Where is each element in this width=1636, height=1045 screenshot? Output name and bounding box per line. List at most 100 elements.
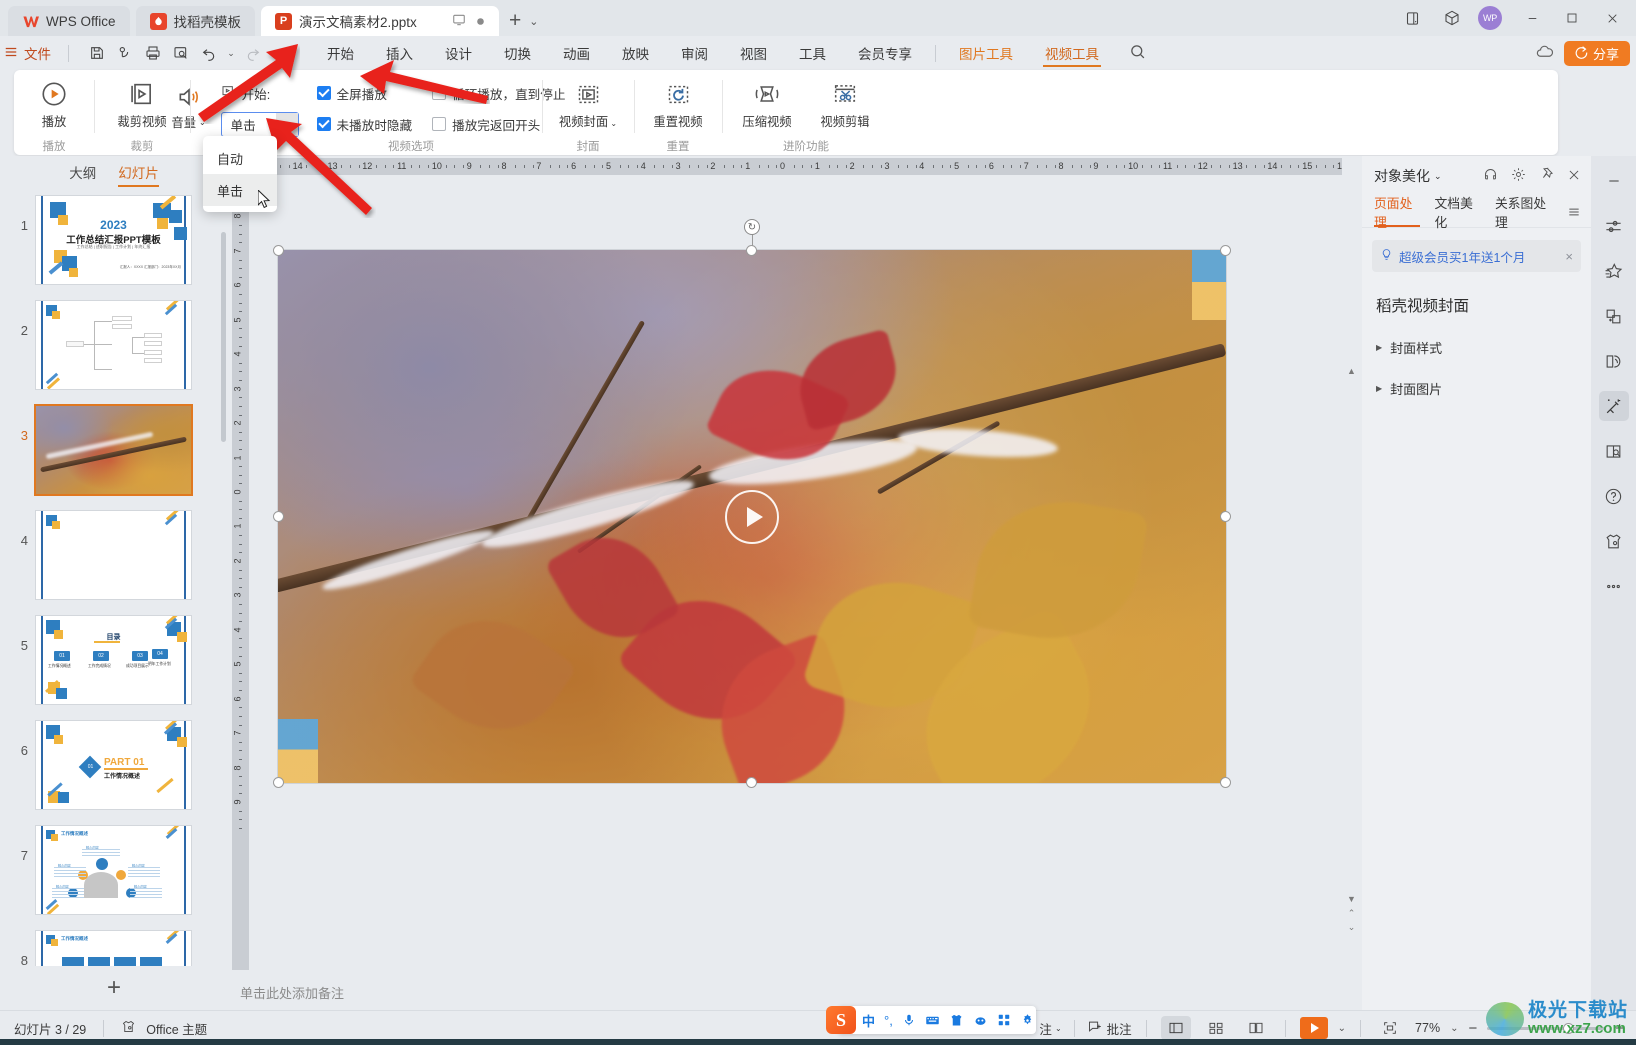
promo-close-icon[interactable]: ×: [1565, 249, 1573, 264]
help-circle-icon[interactable]: [1599, 481, 1629, 511]
vertical-ruler[interactable]: 9876543210123456789: [232, 182, 249, 970]
checkbox-rewind-after-playing[interactable]: 播放完返回开头: [432, 115, 540, 134]
hamburger-icon[interactable]: [1567, 196, 1581, 227]
zoom-dropdown-icon[interactable]: ⌄: [1450, 1023, 1458, 1034]
zoom-level-label[interactable]: 77%: [1415, 1021, 1440, 1035]
ime-toolbar[interactable]: 中 °,: [838, 1006, 1036, 1034]
normal-view-icon[interactable]: [1160, 1016, 1191, 1040]
resize-handle-ne[interactable]: [1220, 245, 1231, 256]
resize-handle-sw[interactable]: [273, 777, 284, 788]
menu-item-animation[interactable]: 动画: [547, 36, 606, 70]
minimize-rail-icon[interactable]: [1599, 166, 1629, 196]
section-cover-style[interactable]: ▶ 封面样式: [1376, 338, 1591, 357]
resize-handle-nw[interactable]: [273, 245, 284, 256]
save-icon[interactable]: [84, 41, 110, 65]
tab-page-processing[interactable]: 页面处理: [1374, 196, 1421, 230]
slides-panel-scrollbar[interactable]: [221, 232, 226, 442]
checkbox-fullscreen[interactable]: 全屏播放: [316, 84, 387, 103]
comment-button[interactable]: 批注: [1087, 1019, 1132, 1038]
menu-item-picture-tools[interactable]: 图片工具: [943, 36, 1029, 70]
reading-view-icon[interactable]: [1241, 1016, 1271, 1040]
book-search-icon[interactable]: [1599, 436, 1629, 466]
cube-icon[interactable]: [1432, 3, 1472, 33]
tab-document-beautify[interactable]: 文档美化: [1434, 196, 1480, 230]
promo-banner[interactable]: 超级会员买1年送1个月 ×: [1372, 240, 1581, 272]
menu-item-slideshow[interactable]: 放映: [606, 36, 665, 70]
file-menu-button[interactable]: 文件: [0, 43, 61, 63]
list-item[interactable]: 8 工作情况概述: [0, 931, 228, 966]
tab-wps-office[interactable]: WPS Office: [8, 6, 130, 36]
tab-relation-chart[interactable]: 关系图处理: [1495, 196, 1553, 230]
new-tab-button[interactable]: + ⌄: [509, 6, 538, 36]
menu-item-start[interactable]: 开始: [311, 36, 370, 70]
settings-gear-icon[interactable]: [1020, 1013, 1035, 1028]
slide-thumbnail-8[interactable]: 工作情况概述: [36, 931, 191, 966]
avatar[interactable]: WP: [1478, 6, 1502, 30]
shirt-icon[interactable]: [1599, 526, 1629, 556]
slide-thumbnail-7[interactable]: 工作情况概述 核心内容 核心内容 核心内容 核心内容 核心内容: [36, 826, 191, 914]
list-item[interactable]: 4: [0, 511, 228, 599]
list-item[interactable]: 7 工作情况概述 核心内容 核心内容 核心内容 核心内容 核心内容: [0, 826, 228, 914]
maximize-button[interactable]: [1552, 3, 1592, 33]
slide-thumbnail-2[interactable]: [36, 301, 191, 389]
menu-item-design[interactable]: 设计: [429, 36, 488, 70]
list-item[interactable]: 6 01 PART 01 工作情况概述: [0, 721, 228, 809]
section-cover-image[interactable]: ▶ 封面图片: [1376, 379, 1591, 398]
tab-slides[interactable]: 幻灯片: [118, 162, 159, 187]
sliders-icon[interactable]: [1599, 211, 1629, 241]
star-effects-icon[interactable]: [1599, 256, 1629, 286]
slide-thumbnail-1[interactable]: 2023 工作总结汇报PPT模板 工作总结 | 述职报告 | 工作计划 | 年终…: [36, 196, 191, 284]
cloud-sync-icon[interactable]: [1535, 42, 1554, 64]
menu-item-review[interactable]: 审阅: [665, 36, 724, 70]
add-slide-button[interactable]: +: [0, 966, 228, 1010]
more-dots-icon[interactable]: [1599, 571, 1629, 601]
share-button[interactable]: 分享: [1563, 40, 1630, 66]
zoom-slider[interactable]: [1487, 1022, 1606, 1034]
shapes-swap-icon[interactable]: [1599, 301, 1629, 331]
scroll-down-icon[interactable]: ▼: [1345, 894, 1358, 904]
play-button[interactable]: 播放: [21, 74, 87, 130]
minimize-button[interactable]: [1512, 3, 1552, 33]
tab-outline[interactable]: 大纲: [69, 162, 96, 187]
play-options-chevron-icon[interactable]: ⌄: [1338, 1023, 1346, 1034]
tab-presentation-file[interactable]: P 演示文稿素材2.pptx: [261, 6, 500, 36]
canvas-area[interactable]: ↻: [254, 182, 1342, 970]
punctuation-icon[interactable]: °,: [884, 1013, 893, 1028]
keyboard-icon[interactable]: [925, 1013, 940, 1028]
list-item[interactable]: 3: [0, 406, 228, 494]
dropdown-item-auto[interactable]: 自动: [203, 142, 277, 174]
scroll-up-icon[interactable]: ▲: [1345, 366, 1358, 376]
video-object[interactable]: [278, 250, 1226, 783]
reset-video-button[interactable]: 重置视频: [639, 74, 717, 130]
slide-thumbnail-6[interactable]: 01 PART 01 工作情况概述: [36, 721, 191, 809]
menu-item-transition[interactable]: 切换: [488, 36, 547, 70]
volume-button[interactable]: 音量 ⌄: [165, 81, 213, 131]
apps-icon[interactable]: [997, 1013, 1011, 1027]
close-icon[interactable]: [1567, 168, 1581, 185]
prev-slide-icon[interactable]: ⌃: [1345, 908, 1358, 919]
list-item[interactable]: 1 2023 工作总结汇报PPT模板 工作总结 | 述职报告 | 工作计划 | …: [0, 196, 228, 284]
list-item[interactable]: 5 目录 01 02 03 04 工作情况概述 工作完成情况 成功项目展示 明年…: [0, 616, 228, 704]
theme-label[interactable]: Office 主题: [146, 1019, 207, 1038]
slide-thumbnail-list[interactable]: 1 2023 工作总结汇报PPT模板 工作总结 | 述职报告 | 工作计划 | …: [0, 192, 228, 966]
horizontal-ruler[interactable]: 1615141312111098765432101234567891011121…: [228, 158, 1342, 175]
qat-more-icon[interactable]: ⌄: [268, 41, 286, 65]
rotate-handle[interactable]: ↻: [744, 219, 760, 235]
checkbox-hide-when-not-playing[interactable]: 未播放时隐藏: [316, 115, 412, 134]
microphone-icon[interactable]: [902, 1013, 916, 1027]
video-edit-button[interactable]: 视频剪辑: [806, 74, 884, 130]
resize-handle-n[interactable]: [746, 245, 757, 256]
pin-icon[interactable]: [1539, 167, 1554, 185]
chinese-mode-icon[interactable]: 中: [862, 1011, 875, 1030]
undo-dropdown-icon[interactable]: ⌄: [224, 41, 238, 65]
chevron-down-icon[interactable]: ⌄: [529, 15, 538, 28]
fit-to-window-icon[interactable]: [1375, 1016, 1405, 1040]
redo-icon[interactable]: [240, 41, 266, 65]
slide-thumbnail-3[interactable]: [36, 406, 191, 494]
slide-thumbnail-4[interactable]: [36, 511, 191, 599]
feather-book-icon[interactable]: [1599, 346, 1629, 376]
skin-icon[interactable]: [949, 1013, 964, 1028]
slide-canvas[interactable]: [278, 250, 1226, 783]
slide-sorter-icon[interactable]: [1201, 1016, 1231, 1040]
search-icon[interactable]: [1129, 43, 1146, 63]
